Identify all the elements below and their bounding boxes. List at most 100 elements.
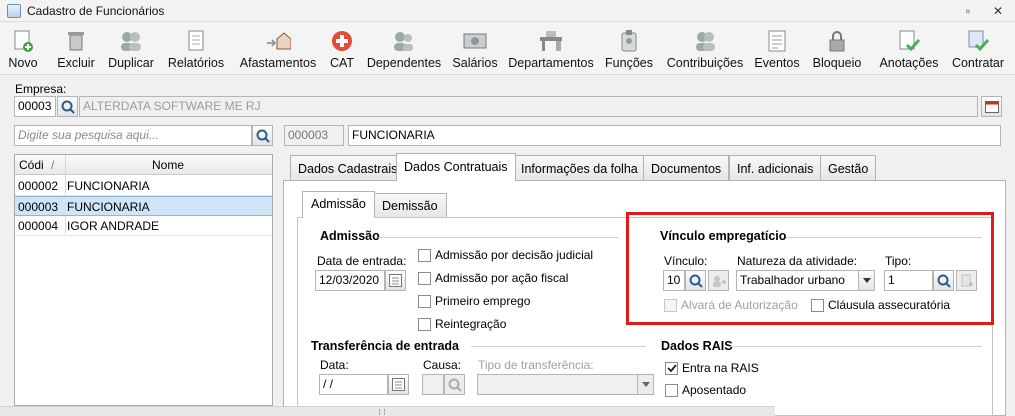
tipo-transferencia-select xyxy=(477,374,639,395)
restore-button[interactable]: ▫ xyxy=(960,3,976,19)
tab-dados-cadastrais[interactable]: Dados Cadastrais xyxy=(290,155,406,180)
departamentos-button[interactable]: Departamentos xyxy=(508,25,594,73)
data-entrada-input[interactable]: 12/03/2020 xyxy=(315,270,385,291)
empresa-label: Empresa: xyxy=(15,82,67,96)
empresa-code-input[interactable]: 00003 xyxy=(14,96,56,117)
column-header-name[interactable]: Nome xyxy=(152,158,184,172)
tab-informacoes-folha[interactable]: Informações da folha xyxy=(513,155,646,180)
salarios-button[interactable]: Salários xyxy=(452,25,498,73)
excluir-button[interactable]: Excluir xyxy=(56,25,96,73)
app-icon xyxy=(7,4,21,18)
transferencia-date-picker[interactable] xyxy=(388,374,409,395)
cat-button[interactable]: CAT xyxy=(328,25,356,73)
search-button[interactable] xyxy=(252,125,273,146)
causa-input xyxy=(422,374,444,395)
table-row[interactable]: 000002 FUNCIONARIA xyxy=(15,176,272,196)
divider xyxy=(471,346,646,347)
calendar-icon xyxy=(984,100,999,113)
transferencia-data-input[interactable]: / / xyxy=(319,374,388,395)
employee-grid: Códi / Nome 000002 FUNCIONARIA 000003 FU… xyxy=(14,154,273,406)
divider xyxy=(730,346,982,347)
tab-gestao[interactable]: Gestão xyxy=(820,155,877,180)
tab-documentos[interactable]: Documentos xyxy=(643,155,730,180)
calendar-icon xyxy=(392,378,405,391)
column-header-code[interactable]: Códi xyxy=(19,158,44,172)
data-entrada-label: Data de entrada: xyxy=(317,254,407,268)
contratar-button[interactable]: Contratar xyxy=(950,25,1006,73)
search-icon xyxy=(61,100,75,114)
note-check-icon xyxy=(896,28,922,54)
desk-icon xyxy=(538,28,564,54)
grip-icon xyxy=(379,409,385,415)
close-button[interactable]: ✕ xyxy=(990,3,1006,19)
checkbox-acao-fiscal[interactable]: Admissão por ação fiscal xyxy=(418,271,568,285)
horizontal-scrollbar[interactable] xyxy=(0,406,775,416)
afastamentos-button[interactable]: Afastamentos xyxy=(240,25,316,73)
contribuicoes-button[interactable]: Contribuições xyxy=(665,25,745,73)
highlight-box xyxy=(626,212,994,325)
lock-icon xyxy=(824,28,850,54)
search-icon xyxy=(448,378,462,392)
badge-icon xyxy=(616,28,642,54)
transferencia-data-label: Data: xyxy=(320,358,349,372)
rais-section-title: Dados RAIS xyxy=(661,339,733,353)
causa-label: Causa: xyxy=(423,358,462,372)
employee-name-field[interactable]: FUNCIONARIA xyxy=(348,125,1001,146)
calendar-button[interactable] xyxy=(981,96,1002,117)
employee-code-field: 000003 xyxy=(284,125,344,146)
bloqueio-button[interactable]: Bloqueio xyxy=(811,25,863,73)
people-icon xyxy=(692,28,718,54)
table-row-selected[interactable]: 000003 FUNCIONARIA xyxy=(15,196,272,216)
search-icon xyxy=(256,129,270,143)
search-input[interactable]: Digite sua pesquisa aqui... xyxy=(14,125,252,146)
checkbox-reintegracao[interactable]: Reintegração xyxy=(418,317,506,331)
subtab-admissao[interactable]: Admissão xyxy=(302,191,375,218)
checkbox-entra-rais[interactable]: Entra na RAIS xyxy=(665,361,759,375)
funcoes-button[interactable]: Funções xyxy=(605,25,653,73)
medical-cross-icon xyxy=(329,28,355,54)
chevron-down-icon xyxy=(641,382,650,387)
toolbar: Novo Excluir Duplicar Relatórios Afastam… xyxy=(0,23,1015,75)
causa-search-button xyxy=(444,374,465,395)
money-icon xyxy=(462,28,488,54)
cell-name: FUNCIONARIA xyxy=(67,179,150,193)
tab-dados-contratuais[interactable]: Dados Contratuais xyxy=(396,153,516,181)
new-icon xyxy=(10,28,36,54)
tab-inf-adicionais[interactable]: Inf. adicionais xyxy=(729,155,822,180)
checkbox-primeiro-emprego[interactable]: Primeiro emprego xyxy=(418,294,530,308)
grid-header: Códi / Nome xyxy=(15,155,272,175)
transferencia-section-title: Transferência de entrada xyxy=(311,339,459,353)
novo-button[interactable]: Novo xyxy=(6,25,40,73)
checkmark-icon xyxy=(667,363,677,372)
eventos-button[interactable]: Eventos xyxy=(754,25,800,73)
cell-code: 000003 xyxy=(18,200,59,214)
subtab-demissao[interactable]: Demissão xyxy=(373,193,447,217)
tipo-transferencia-label: Tipo de transferência: xyxy=(478,358,594,372)
sort-indicator-icon: / xyxy=(51,158,55,172)
checkbox-decisao-judicial[interactable]: Admissão por decisão judicial xyxy=(418,248,593,262)
cell-code: 000002 xyxy=(18,179,59,193)
hire-check-icon xyxy=(965,28,991,54)
table-row[interactable]: 000004 IGOR ANDRADE xyxy=(15,216,272,236)
duplicar-button[interactable]: Duplicar xyxy=(106,25,156,73)
list-icon xyxy=(764,28,790,54)
cell-name: FUNCIONARIA xyxy=(67,200,150,214)
window-title: Cadastro de Funcionários xyxy=(27,4,165,18)
anotacoes-button[interactable]: Anotações xyxy=(879,25,939,73)
divider xyxy=(378,237,618,238)
relatorios-button[interactable]: Relatórios xyxy=(168,25,224,73)
empresa-name-field: ALTERDATA SOFTWARE ME RJ xyxy=(79,96,978,117)
dependentes-button[interactable]: Dependentes xyxy=(367,25,441,73)
title-bar: Cadastro de Funcionários ▫ ✕ xyxy=(0,0,1015,22)
checkbox-aposentado[interactable]: Aposentado xyxy=(665,383,746,397)
calendar-icon xyxy=(389,274,402,287)
people-icon xyxy=(391,28,417,54)
report-icon xyxy=(183,28,209,54)
date-picker-button[interactable] xyxy=(385,270,406,291)
house-arrow-icon xyxy=(265,28,291,54)
admissao-section-title: Admissão xyxy=(320,229,380,243)
trash-icon xyxy=(63,28,89,54)
empresa-search-button[interactable] xyxy=(57,96,78,117)
cell-name: IGOR ANDRADE xyxy=(67,219,160,233)
tipo-transferencia-dropdown xyxy=(637,374,654,395)
